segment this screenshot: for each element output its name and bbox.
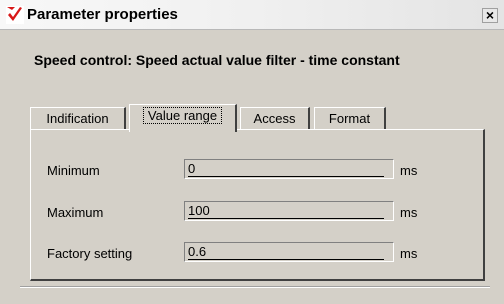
- title-bar: Parameter properties ×: [0, 0, 504, 30]
- tab-access[interactable]: Access: [240, 107, 310, 130]
- minimum-value: 0: [188, 162, 384, 177]
- factory-setting-value: 0.6: [188, 245, 384, 260]
- tab-indification[interactable]: Indification: [30, 107, 126, 130]
- tab-value-range[interactable]: Value range: [129, 104, 237, 132]
- window-title: Parameter properties: [27, 6, 178, 23]
- close-button[interactable]: ×: [482, 8, 498, 23]
- tab-label: Value range: [142, 107, 223, 124]
- maximum-field[interactable]: 100: [184, 201, 394, 221]
- tab-label: Format: [328, 111, 371, 126]
- factory-setting-field[interactable]: 0.6: [184, 242, 394, 262]
- app-icon: [6, 6, 24, 24]
- tab-format[interactable]: Format: [314, 107, 386, 130]
- maximum-value: 100: [188, 204, 384, 219]
- close-icon: ×: [485, 7, 495, 23]
- bottom-divider: [20, 286, 490, 288]
- minimum-field[interactable]: 0: [184, 159, 394, 179]
- parameter-heading: Speed control: Speed actual value filter…: [34, 52, 400, 68]
- tab-label: Indification: [46, 111, 109, 126]
- tab-label: Access: [253, 111, 296, 126]
